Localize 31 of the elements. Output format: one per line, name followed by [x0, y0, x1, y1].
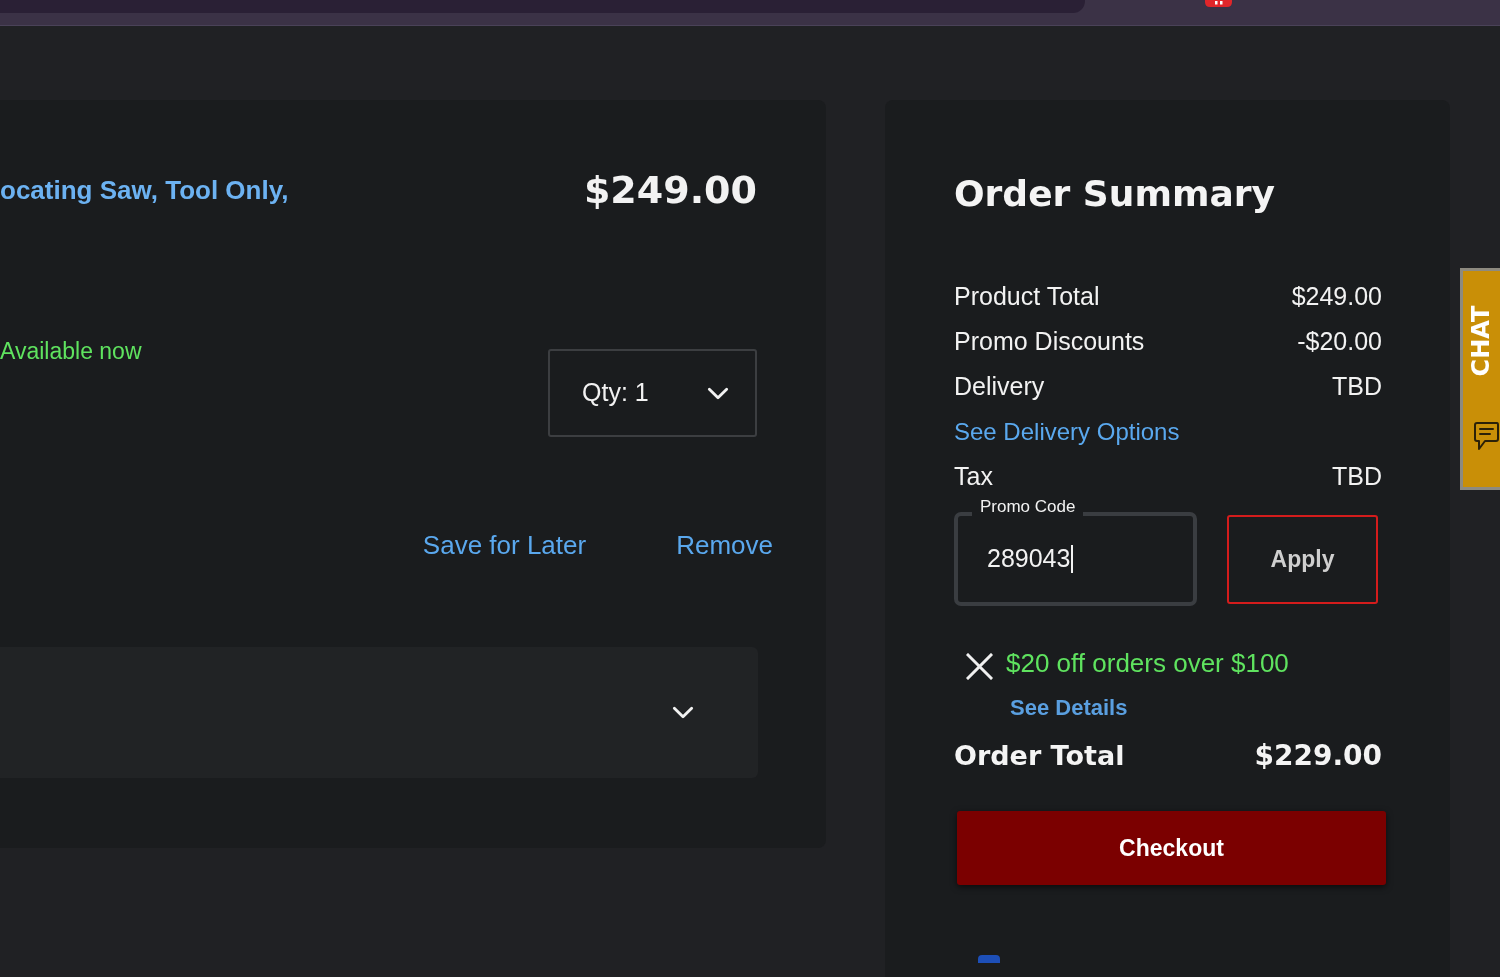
summary-value: $249.00: [1291, 280, 1382, 312]
applied-promo-text: $20 off orders over $100: [1006, 648, 1289, 678]
summary-label: Promo Discounts: [954, 325, 1145, 357]
quantity-select[interactable]: Qty: 1: [548, 349, 757, 437]
summary-label: Delivery: [954, 370, 1045, 402]
summary-value: -$20.00: [1297, 325, 1382, 357]
cart-action-link[interactable]: Save for Later: [422, 532, 587, 558]
collapsible-panel[interactable]: [0, 647, 758, 778]
summary-value: TBD: [1332, 370, 1382, 402]
summary-label: Product Total: [954, 280, 1100, 312]
remove-promo-button[interactable]: [966, 653, 993, 680]
order-total-value: $229.00: [1254, 738, 1382, 774]
availability-status: Available now: [0, 338, 142, 364]
product-title-link[interactable]: ocating Saw, Tool Only,: [0, 170, 289, 210]
order-total-label: Order Total: [954, 738, 1125, 773]
delivery-options-link[interactable]: See Delivery Options: [954, 413, 1180, 450]
field-label: Promo Code: [972, 497, 1084, 517]
cart-action-link[interactable]: Remove: [676, 532, 773, 558]
chat-bubble-icon: [1472, 421, 1499, 453]
logo-icon: [978, 955, 1000, 963]
close-icon: [966, 653, 993, 680]
chat-tab-label: CHAT: [1466, 305, 1497, 377]
order-summary-heading: Order Summary: [954, 172, 1276, 216]
item-price: $249.00: [583, 166, 757, 214]
summary-value: TBD: [1332, 460, 1382, 492]
checkout-button[interactable]: Checkout: [957, 811, 1386, 885]
summary-label: Tax: [954, 460, 993, 492]
apply-button[interactable]: Apply: [1227, 514, 1378, 604]
app-icon: [1205, 0, 1232, 7]
chevron-down-icon: [707, 386, 729, 400]
see-details-link[interactable]: See Details: [1010, 693, 1128, 723]
